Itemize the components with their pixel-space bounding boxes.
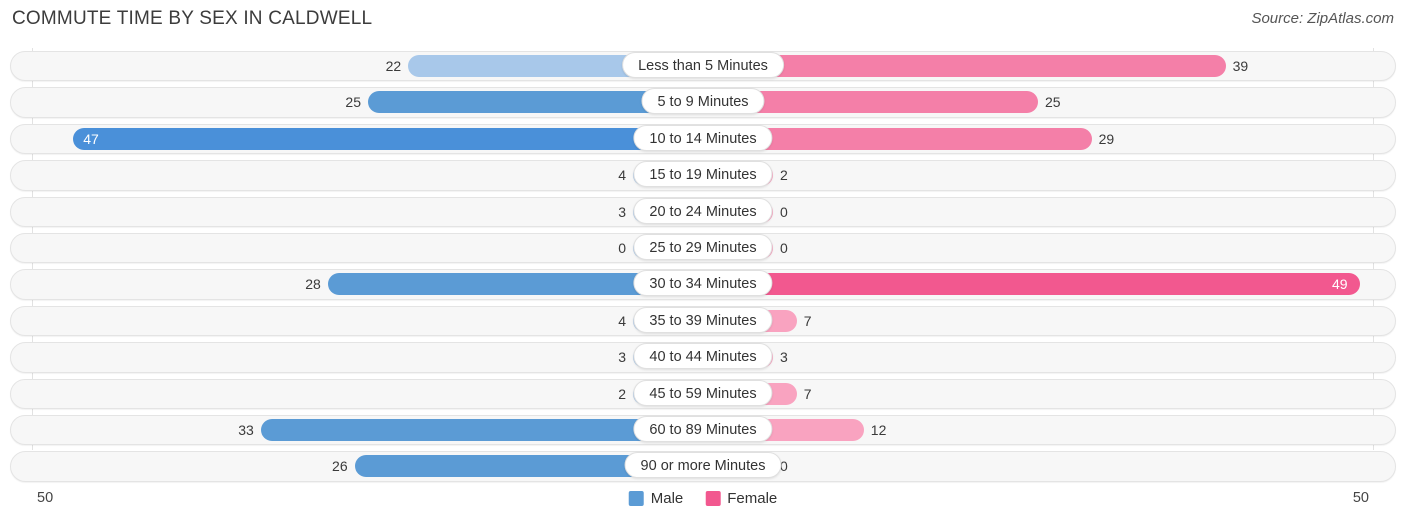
male-value-label: 47 [83,130,99,147]
male-bar-area: 47 [33,127,703,150]
female-bar-area: 0 [703,236,1373,259]
chart-footer: 50 50 Male Female [0,486,1406,522]
female-value-label: 29 [1098,130,1115,147]
male-bar-area: 33 [33,418,703,441]
bar-rows: 22 39 Less than 5 Minutes 25 25 5 to 9 Minute… [0,48,1406,485]
category-label-pill[interactable]: 40 to 44 Minutes [633,343,773,370]
female-bar-area: 0 [703,200,1373,223]
female-bar-area: 49 [703,273,1373,296]
male-bar[interactable]: 47 [73,127,703,150]
table-row: 25 25 5 to 9 Minutes [0,84,1406,120]
category-label-pill[interactable]: 20 to 24 Minutes [633,197,773,224]
category-label-pill[interactable]: 45 to 59 Minutes [633,379,773,406]
category-label-pill[interactable]: 5 to 9 Minutes [641,88,765,115]
male-value-label: 4 [618,167,626,184]
male-bar-area: 4 [33,164,703,187]
category-label-pill[interactable]: Less than 5 Minutes [622,52,784,78]
male-value-label: 28 [305,276,321,293]
plot-area: 22 39 Less than 5 Minutes 25 25 5 to 9 Minute… [0,48,1406,486]
female-bar-area: 3 [703,346,1373,369]
category-label-pill[interactable]: 30 to 34 Minutes [633,270,773,297]
female-bar-area: 12 [703,418,1373,441]
legend: Male Female [628,490,777,507]
female-value-label: 7 [803,312,812,329]
table-row: 47 29 10 to 14 Minutes [0,121,1406,157]
male-bar-area: 3 [33,346,703,369]
male-bar-area: 25 [33,91,703,114]
legend-swatch-female-icon [705,491,721,506]
chart-header: COMMUTE TIME BY SEX IN CALDWELL Source: … [0,0,1406,40]
table-row: 33 12 60 to 89 Minutes [0,412,1406,448]
female-value-label: 25 [1045,94,1061,111]
male-value-label: 22 [385,58,402,74]
legend-label-male: Male [650,490,684,507]
female-value-label: 12 [870,421,887,438]
female-value-label: 0 [780,203,788,220]
axis-tick-right: 50 [1352,490,1369,506]
male-bar-area: 4 [33,309,703,332]
source-attribution: Source: ZipAtlas.com [1251,10,1394,27]
legend-item-male[interactable]: Male [628,490,684,507]
table-row: 4 2 15 to 19 Minutes [0,157,1406,193]
table-row: 3 0 20 to 24 Minutes [0,194,1406,230]
female-bar-area: 2 [703,164,1373,187]
chart-container: COMMUTE TIME BY SEX IN CALDWELL Source: … [0,0,1406,522]
male-bar-area: 26 [33,455,703,478]
male-value-label: 0 [618,239,626,256]
legend-item-female[interactable]: Female [705,490,777,507]
legend-swatch-male-icon [628,491,644,506]
table-row: 4 7 35 to 39 Minutes [0,303,1406,339]
category-label-pill[interactable]: 60 to 89 Minutes [633,415,773,442]
female-bar[interactable]: 49 [703,273,1360,296]
table-row: 26 0 90 or more Minutes [0,448,1406,484]
female-bar-area: 7 [703,309,1373,332]
female-bar-area: 25 [703,91,1373,114]
female-bar-area: 7 [703,382,1373,405]
category-label-pill[interactable]: 10 to 14 Minutes [633,124,773,151]
category-label-pill[interactable]: 90 or more Minutes [624,452,782,479]
male-bar-area: 2 [33,382,703,405]
female-value-label: 3 [780,349,788,366]
male-value-label: 4 [618,312,626,329]
male-bar-area: 28 [33,273,703,296]
female-value-label: 7 [803,385,812,402]
table-row: 22 39 Less than 5 Minutes [0,48,1406,84]
male-bar-area: 22 [33,55,703,77]
female-value-label: 49 [1332,276,1348,293]
male-value-label: 25 [345,94,361,111]
female-bar-area: 29 [703,127,1373,150]
category-label-pill[interactable]: 15 to 19 Minutes [633,161,773,188]
female-value-label: 0 [780,239,788,256]
male-bar-area: 0 [33,236,703,259]
category-label-pill[interactable]: 35 to 39 Minutes [633,306,773,333]
table-row: 3 3 40 to 44 Minutes [0,339,1406,375]
male-value-label: 33 [238,421,254,438]
male-value-label: 2 [618,385,626,402]
page-title: COMMUTE TIME BY SEX IN CALDWELL [12,8,373,29]
category-label-pill[interactable]: 25 to 29 Minutes [633,233,773,260]
male-value-label: 3 [618,349,626,366]
legend-label-female: Female [727,490,778,507]
male-value-label: 3 [618,203,626,220]
table-row: 0 0 25 to 29 Minutes [0,230,1406,266]
male-bar-area: 3 [33,200,703,223]
female-bar-area: 39 [703,55,1373,77]
male-value-label: 26 [332,458,348,475]
female-value-label: 2 [780,167,788,184]
axis-tick-left: 50 [37,490,54,506]
female-bar-area: 0 [703,455,1373,478]
female-value-label: 39 [1232,58,1249,74]
table-row: 2 7 45 to 59 Minutes [0,376,1406,412]
table-row: 28 49 30 to 34 Minutes [0,266,1406,302]
